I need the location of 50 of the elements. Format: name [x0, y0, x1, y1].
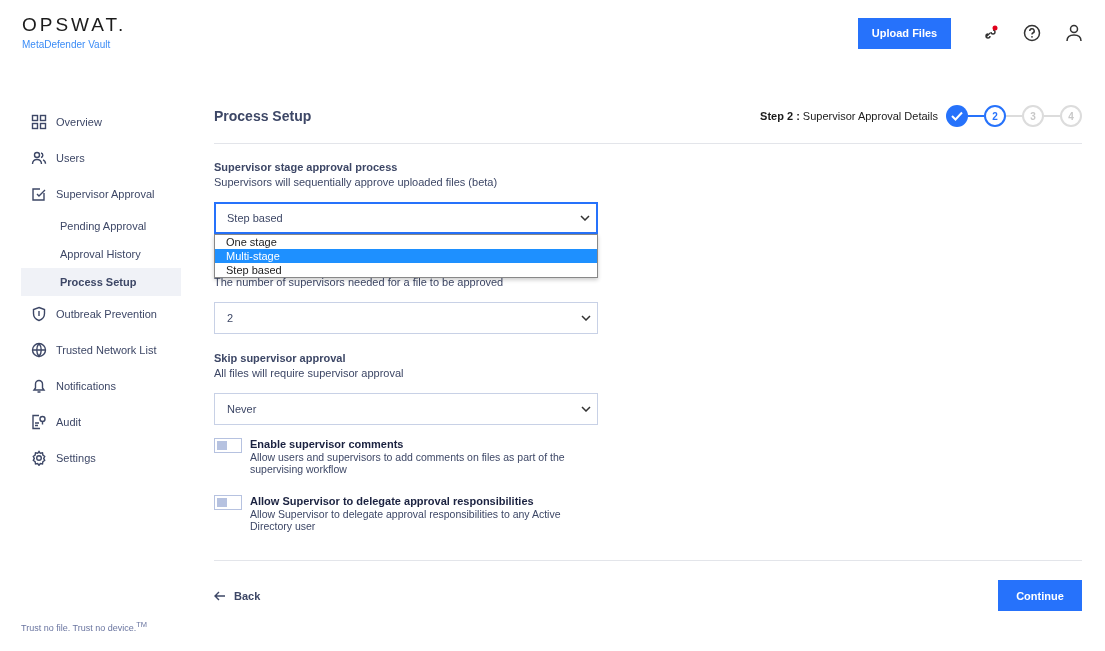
field-label: Supervisor stage approval process	[214, 160, 399, 175]
sidebar-subitem[interactable]: Approval History	[21, 240, 181, 268]
grid-icon	[31, 114, 47, 130]
help-icon[interactable]	[1023, 24, 1041, 42]
sidebar-item[interactable]: Settings	[21, 440, 181, 476]
field-description: The number of supervisors needed for a file to be approved	[214, 276, 505, 290]
field-label: Skip supervisor approval	[214, 351, 347, 366]
arrow-left-icon	[214, 590, 226, 601]
sidebar-item[interactable]: Supervisor Approval	[21, 176, 181, 212]
sidebar-item[interactable]: Trusted Network List	[21, 332, 181, 368]
tagline: Trust no file. Trust no device.$^{TM}$	[21, 620, 149, 633]
toggle-switch[interactable]	[214, 495, 242, 510]
sidebar-item[interactable]: Audit	[21, 404, 181, 440]
logo: OPSWAT.	[22, 14, 127, 36]
chevron-down-icon	[581, 406, 591, 412]
globe-icon	[31, 342, 47, 358]
page-title: Process Setup	[214, 108, 312, 124]
select-field[interactable]: Never	[214, 393, 598, 425]
shield-icon	[31, 306, 47, 322]
toggle-label: Enable supervisor comments	[250, 438, 405, 451]
continue-button[interactable]: Continue	[998, 580, 1082, 611]
users-icon	[31, 150, 47, 166]
field-description: All files will require supervisor approval	[214, 366, 405, 381]
step-label: Step 2 : Supervisor Approval Details	[760, 110, 938, 122]
step-indicator: 2	[984, 105, 1006, 127]
chevron-down-icon	[580, 215, 590, 221]
toggle-switch[interactable]	[214, 438, 242, 453]
dropdown-option[interactable]: Step based	[215, 263, 597, 277]
sidebar-item[interactable]: Users	[21, 140, 181, 176]
sidebar-item[interactable]: Outbreak Prevention	[21, 296, 181, 332]
sidebar-subitem[interactable]: Pending Approval	[21, 212, 181, 240]
bell-icon	[31, 378, 47, 394]
checklist-icon	[31, 186, 47, 202]
select-field[interactable]: 2	[214, 302, 598, 334]
product-name: MetaDefender Vault	[22, 39, 112, 50]
sidebar-subitem[interactable]: Process Setup	[21, 268, 181, 296]
sidebar-item[interactable]: Notifications	[21, 368, 181, 404]
user-icon[interactable]	[1065, 24, 1083, 42]
back-button[interactable]: Back	[214, 589, 261, 602]
toggle-description: Allow Supervisor to delegate approval responsibilities to any Active Directory user	[250, 508, 562, 532]
sidebar-item[interactable]: Overview	[21, 104, 181, 140]
dropdown-option[interactable]: One stage	[215, 235, 597, 249]
document-icon	[31, 414, 47, 430]
chevron-down-icon	[581, 315, 591, 321]
link-icon[interactable]	[983, 25, 999, 41]
settings-icon	[31, 450, 47, 466]
toggle-description: Allow users and supervisors to add comments on files as part of the supervising workflow	[250, 451, 566, 475]
upload-files-button[interactable]: Upload Files	[858, 17, 951, 49]
field-description: Supervisors will sequentially approve uploaded files (beta)	[214, 175, 499, 190]
toggle-label: Allow Supervisor to delegate approval responsibilities	[250, 495, 535, 508]
